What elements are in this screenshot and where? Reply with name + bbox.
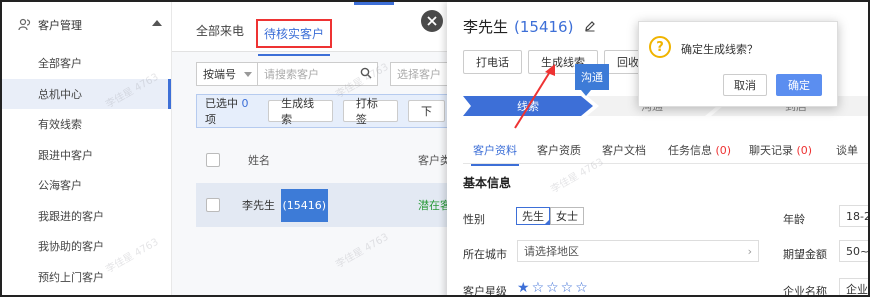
sidebar-item-my-following[interactable]: 我跟进的客户 [2,201,171,232]
row-name: 李先生 (15416) [242,188,329,222]
customer-name: 李先生 [463,18,509,36]
city-select[interactable]: 请选择地区 › [517,240,759,262]
search-icon[interactable] [360,67,372,82]
search-placeholder: 请搜索客户 [264,68,319,81]
sidebar-header[interactable]: 客户管理 [2,2,171,48]
tab-count: (0) [796,144,813,157]
confirm-button[interactable]: 确定 [776,74,822,96]
row-checkbox[interactable] [206,198,220,212]
tab-deals[interactable]: 谈单 [836,142,858,158]
company-field[interactable]: 企业 [839,278,868,296]
tab-label: 客户资质 [537,144,581,157]
tab-label: 客户资料 [473,144,517,157]
tab-pending-verify[interactable]: 待核实客户 [256,19,333,56]
more-action-button[interactable]: 下 [408,100,445,122]
tab-chat[interactable]: 聊天记录 (0) [749,142,812,158]
cancel-button[interactable]: 取消 [723,74,767,96]
selected-suffix: 项 [205,113,216,126]
search-input[interactable]: 请搜索客户 [258,62,378,86]
screenshot-frame: 客户管理 全部客户 总机中心 有效线索 跟进中客户 公海客户 我跟进的客户 我协… [0,0,870,297]
question-icon: ? [649,36,671,58]
city-label: 所在城市 [463,248,507,261]
age-value: 18-2 [846,209,870,223]
column-name: 姓名 [248,154,270,167]
close-icon[interactable] [421,10,443,32]
selected-count-text: 已选中 0 项 [205,95,256,127]
age-label: 年龄 [783,213,805,226]
active-indicator [354,2,394,5]
amount-value: 50~1 [846,244,870,258]
tab-customer-info[interactable]: 客户资料 [471,142,519,166]
sidebar-item-label: 预约上门客户 [38,270,104,284]
users-icon [18,18,32,32]
sidebar: 客户管理 全部客户 总机中心 有效线索 跟进中客户 公海客户 我跟进的客户 我协… [2,2,172,295]
confirm-message: 确定生成线索？ [681,43,758,56]
tab-label: 谈单 [836,144,858,157]
star-label: 客户星级 [463,285,507,297]
generate-lead-button[interactable]: 生成线索 [268,97,333,126]
sidebar-item-valid-leads[interactable]: 有效线索 [2,109,171,140]
step-tooltip: 沟通 [575,64,609,96]
sidebar-item-label: 总机中心 [38,87,82,101]
section-title: 基本信息 [463,176,512,190]
chevron-down-icon [244,71,252,77]
table-row[interactable]: 李先生 (15416) 潜在客 [196,183,456,227]
sidebar-item-following[interactable]: 跟进中客户 [2,140,171,171]
sidebar-item-label: 跟进中客户 [38,148,93,162]
filter-row: 按端号 请搜索客户 选择客户 [196,62,460,86]
sidebar-item-label: 公海客户 [38,179,82,193]
select-all-checkbox[interactable] [206,153,220,167]
company-label: 企业名称 [783,285,827,297]
tab-label: 聊天记录 [749,144,793,157]
gender-label: 性别 [463,213,485,226]
tab-all-calls[interactable]: 全部来电 [196,22,244,39]
annotation-arrow [514,64,555,129]
filter-select[interactable]: 按端号 [196,62,258,86]
sidebar-item-my-assisting[interactable]: 我协助的客户 [2,231,171,262]
chevron-up-icon[interactable] [152,20,162,26]
company-value: 企业 [846,283,868,296]
city-placeholder: 请选择地区 [524,245,579,258]
list-tabs: 全部来电 待核实客户 [172,2,447,56]
detail-tabs: 客户资料 客户资质 客户文档 任务信息 (0) 聊天记录 (0) 谈单 [463,134,868,166]
tab-qualification[interactable]: 客户资质 [537,142,581,158]
page-title: 李先生 (15416) [463,16,596,37]
amount-field[interactable]: 50~1 [839,240,870,262]
selected-count: 0 [241,97,249,110]
sidebar-item-label: 我协助的客户 [38,240,104,254]
sidebar-item-public-pool[interactable]: 公海客户 [2,170,171,201]
star-rating[interactable]: ★☆☆☆☆ [517,280,590,295]
tab-tasks[interactable]: 任务信息 (0) [668,142,731,158]
amount-label: 期望金额 [783,248,827,261]
selected-prefix: 已选中 [205,97,238,110]
sidebar-item-switchboard[interactable]: 总机中心 [2,78,171,109]
tab-label: 客户文档 [602,144,646,157]
tag-button[interactable]: 打标签 [342,97,398,126]
gender-option-female[interactable]: 女士 [550,207,584,225]
tab-label: 任务信息 [668,144,712,157]
age-field[interactable]: 18-2 [839,205,870,227]
sidebar-item-appointments[interactable]: 预约上门客户 [2,262,171,293]
bulk-action-bar: 已选中 0 项 生成线索 打标签 下 [196,94,456,128]
row-id: (15416) [280,188,329,222]
gender-option-male[interactable]: 先生 [516,207,550,225]
tab-count: (0) [715,144,732,157]
chevron-right-icon: › [747,244,752,258]
table-header: 姓名 客户类 [196,142,456,178]
sidebar-item-label: 我跟进的客户 [38,209,104,223]
tab-documents[interactable]: 客户文档 [602,142,646,158]
customer-list-panel: 全部来电 待核实客户 按端号 请搜索客户 选择客户 已选中 0 项 生成线索 打… [172,2,460,295]
sidebar-item-all-customers[interactable]: 全部客户 [2,48,171,79]
customer-id: (15416) [514,18,574,36]
sidebar-item-label: 有效线索 [38,118,82,132]
customer-select-placeholder: 选择客户 [397,68,441,81]
sidebar-item-label: 全部客户 [38,57,82,71]
confirm-dialog: ? 确定生成线索？ 取消 确定 [638,21,838,107]
sidebar-header-label: 客户管理 [38,19,82,32]
filter-select-value: 按端号 [203,68,236,81]
row-name-text: 李先生 [242,198,275,212]
edit-icon[interactable] [584,21,596,35]
